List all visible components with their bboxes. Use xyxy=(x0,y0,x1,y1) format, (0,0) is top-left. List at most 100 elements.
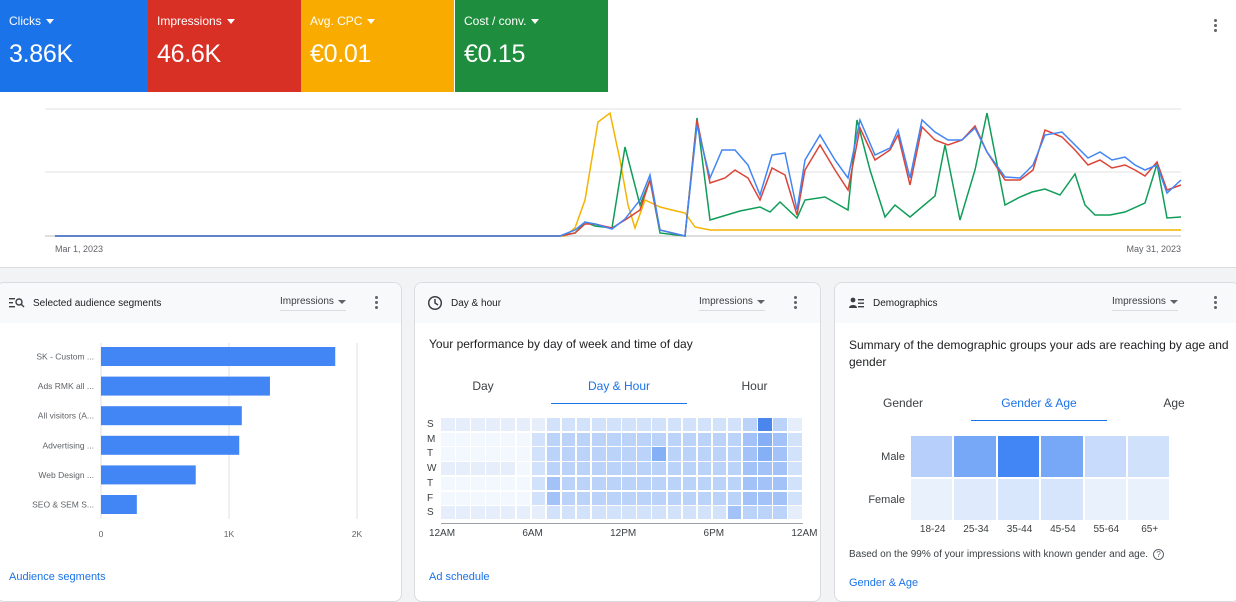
heatmap-cell[interactable] xyxy=(682,462,697,476)
heatmap-cell[interactable] xyxy=(441,462,455,476)
audience-bar[interactable] xyxy=(101,347,336,366)
heatmap-cell[interactable] xyxy=(501,462,515,476)
heatmap-cell[interactable] xyxy=(576,506,591,520)
heatmap-cell[interactable] xyxy=(456,506,470,520)
heatmap-cell[interactable] xyxy=(788,418,802,432)
heatmap-cell[interactable] xyxy=(637,462,651,476)
heatmap-cell[interactable] xyxy=(682,476,697,490)
heatmap-cell[interactable] xyxy=(697,432,712,446)
heatmap-cell[interactable] xyxy=(546,447,561,461)
heatmap-cell[interactable] xyxy=(773,447,787,461)
heatmap-cell[interactable] xyxy=(546,476,561,490)
heatmap-cell[interactable] xyxy=(471,462,485,476)
audience-bar[interactable] xyxy=(101,465,196,485)
audience-bar[interactable] xyxy=(101,376,270,396)
heatmap-cell[interactable] xyxy=(682,491,697,505)
heatmap-cell[interactable] xyxy=(697,506,712,520)
heatmap-cell[interactable] xyxy=(743,491,757,505)
demographic-cell[interactable] xyxy=(1041,479,1083,520)
heatmap-cell[interactable] xyxy=(471,491,485,505)
heatmap-cell[interactable] xyxy=(682,506,697,520)
heatmap-cell[interactable] xyxy=(607,476,621,490)
tab-gender[interactable]: Gender xyxy=(835,396,971,421)
heatmap-cell[interactable] xyxy=(697,462,712,476)
heatmap-cell[interactable] xyxy=(576,432,591,446)
heatmap-cell[interactable] xyxy=(516,418,531,432)
heatmap-cell[interactable] xyxy=(743,462,757,476)
heatmap-cell[interactable] xyxy=(486,506,500,520)
heatmap-cell[interactable] xyxy=(758,462,772,476)
audience-segments-link[interactable]: Audience segments xyxy=(9,571,106,583)
heatmap-cell[interactable] xyxy=(592,432,606,446)
heatmap-cell[interactable] xyxy=(471,476,485,490)
heatmap-cell[interactable] xyxy=(561,447,576,461)
heatmap-cell[interactable] xyxy=(712,447,727,461)
heatmap-cell[interactable] xyxy=(471,506,485,520)
heatmap-cell[interactable] xyxy=(531,491,546,505)
heatmap-cell[interactable] xyxy=(531,476,546,490)
heatmap-cell[interactable] xyxy=(637,476,651,490)
heatmap-cell[interactable] xyxy=(516,462,531,476)
heatmap-cell[interactable] xyxy=(622,447,636,461)
heatmap-cell[interactable] xyxy=(501,491,515,505)
heatmap-cell[interactable] xyxy=(712,432,727,446)
heatmap-cell[interactable] xyxy=(576,418,591,432)
heatmap-cell[interactable] xyxy=(607,462,621,476)
heatmap-cell[interactable] xyxy=(788,432,802,446)
demographic-cell[interactable] xyxy=(1084,479,1126,520)
heatmap-cell[interactable] xyxy=(667,506,682,520)
heatmap-cell[interactable] xyxy=(607,447,621,461)
heatmap-cell[interactable] xyxy=(788,447,802,461)
heatmap-cell[interactable] xyxy=(501,418,515,432)
heatmap-cell[interactable] xyxy=(441,491,455,505)
heatmap-cell[interactable] xyxy=(743,447,757,461)
help-icon[interactable]: ? xyxy=(1153,549,1165,560)
heatmap-cell[interactable] xyxy=(788,462,802,476)
heatmap-cell[interactable] xyxy=(682,432,697,446)
heatmap-cell[interactable] xyxy=(773,462,787,476)
heatmap-cell[interactable] xyxy=(592,476,606,490)
heatmap-cell[interactable] xyxy=(727,432,742,446)
demographic-cell[interactable] xyxy=(1128,479,1170,520)
heatmap-cell[interactable] xyxy=(773,432,787,446)
heatmap-cell[interactable] xyxy=(561,506,576,520)
heatmap-cell[interactable] xyxy=(712,462,727,476)
heatmap-cell[interactable] xyxy=(456,447,470,461)
heatmap-cell[interactable] xyxy=(758,432,772,446)
heatmap-cell[interactable] xyxy=(758,491,772,505)
heatmap-cell[interactable] xyxy=(501,432,515,446)
heatmap-cell[interactable] xyxy=(773,491,787,505)
heatmap-cell[interactable] xyxy=(758,447,772,461)
heatmap-cell[interactable] xyxy=(592,491,606,505)
heatmap-cell[interactable] xyxy=(516,432,531,446)
demographic-cell[interactable] xyxy=(954,479,996,520)
heatmap-cell[interactable] xyxy=(546,418,561,432)
heatmap-cell[interactable] xyxy=(727,506,742,520)
heatmap-cell[interactable] xyxy=(697,418,712,432)
heatmap-cell[interactable] xyxy=(471,418,485,432)
demographic-cell[interactable] xyxy=(997,436,1040,477)
heatmap-cell[interactable] xyxy=(546,491,561,505)
heatmap-cell[interactable] xyxy=(712,491,727,505)
heatmap-cell[interactable] xyxy=(531,462,546,476)
heatmap-cell[interactable] xyxy=(456,418,470,432)
tab-day-and-hour[interactable]: Day & Hour xyxy=(551,379,687,404)
heatmap-cell[interactable] xyxy=(622,476,636,490)
heatmap-cell[interactable] xyxy=(773,506,787,520)
heatmap-cell[interactable] xyxy=(516,506,531,520)
heatmap-cell[interactable] xyxy=(576,491,591,505)
heatmap-cell[interactable] xyxy=(788,506,802,520)
heatmap-cell[interactable] xyxy=(727,418,742,432)
heatmap-cell[interactable] xyxy=(667,476,682,490)
tab-day[interactable]: Day xyxy=(415,379,551,404)
heatmap-cell[interactable] xyxy=(682,447,697,461)
heatmap-cell[interactable] xyxy=(441,418,455,432)
more-options-icon[interactable] xyxy=(1210,296,1220,309)
heatmap-cell[interactable] xyxy=(486,432,500,446)
demographic-cell[interactable] xyxy=(954,436,996,477)
heatmap-cell[interactable] xyxy=(441,506,455,520)
heatmap-cell[interactable] xyxy=(546,432,561,446)
demographic-cell[interactable] xyxy=(1128,436,1170,477)
audience-bar[interactable] xyxy=(101,495,137,514)
tab-age[interactable]: Age xyxy=(1107,396,1236,421)
